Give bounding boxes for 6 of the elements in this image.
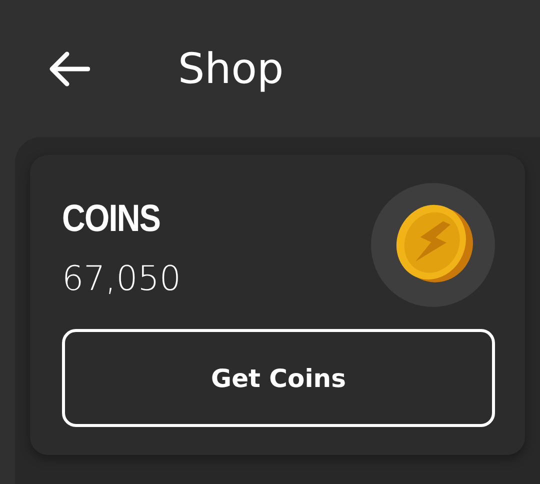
coin-balance: 67,050 — [62, 259, 181, 299]
page-title: Shop — [178, 44, 284, 93]
back-arrow-icon[interactable] — [48, 50, 90, 86]
card-title: COINS — [62, 197, 162, 241]
coin-icon — [371, 183, 495, 307]
get-coins-button[interactable]: Get Coins — [62, 329, 495, 427]
